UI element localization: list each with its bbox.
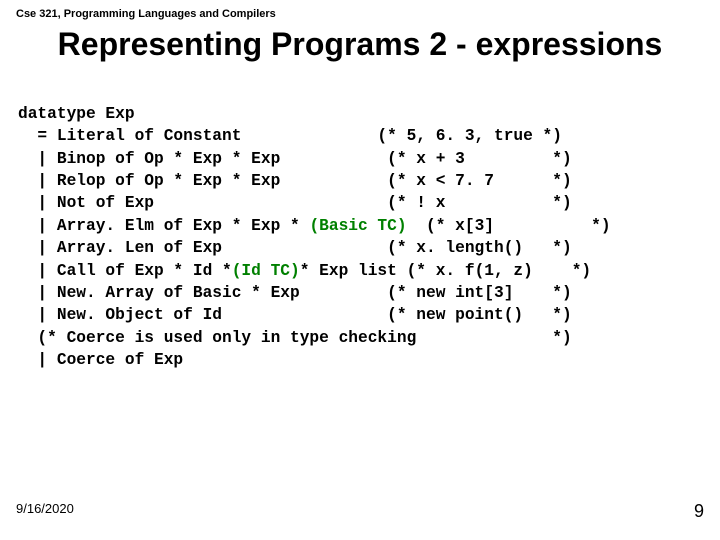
code-line: | Call of Exp * Id * (18, 262, 232, 280)
code-line: (* Coerce is used only in type checking … (18, 329, 572, 347)
course-header: Cse 321, Programming Languages and Compi… (16, 8, 704, 20)
code-line: | Coerce of Exp (18, 351, 183, 369)
code-line: (* x[3] *) (407, 217, 611, 235)
code-green: (Id TC) (232, 262, 300, 280)
code-line: = Literal of Constant (* 5, 6. 3, true *… (18, 127, 562, 145)
code-line: | Relop of Op * Exp * Exp (* x < 7. 7 *) (18, 172, 572, 190)
code-block: datatype Exp = Literal of Constant (* 5,… (18, 103, 704, 371)
code-line: | New. Array of Basic * Exp (* new int[3… (18, 284, 572, 302)
page-number: 9 (694, 501, 704, 522)
code-line: | Binop of Op * Exp * Exp (* x + 3 *) (18, 150, 572, 168)
slide-title: Representing Programs 2 - expressions (16, 26, 704, 63)
code-line: * Exp list (* x. f(1, z) *) (300, 262, 591, 280)
code-line: | New. Object of Id (* new point() *) (18, 306, 572, 324)
code-line: | Array. Elm of Exp * Exp * (18, 217, 309, 235)
footer-date: 9/16/2020 (16, 501, 74, 522)
footer: 9/16/2020 9 (16, 501, 704, 522)
code-line: | Not of Exp (* ! x *) (18, 194, 572, 212)
code-line: datatype Exp (18, 105, 135, 123)
slide: Cse 321, Programming Languages and Compi… (0, 0, 720, 540)
code-green: (Basic TC) (309, 217, 406, 235)
code-line: | Array. Len of Exp (* x. length() *) (18, 239, 572, 257)
